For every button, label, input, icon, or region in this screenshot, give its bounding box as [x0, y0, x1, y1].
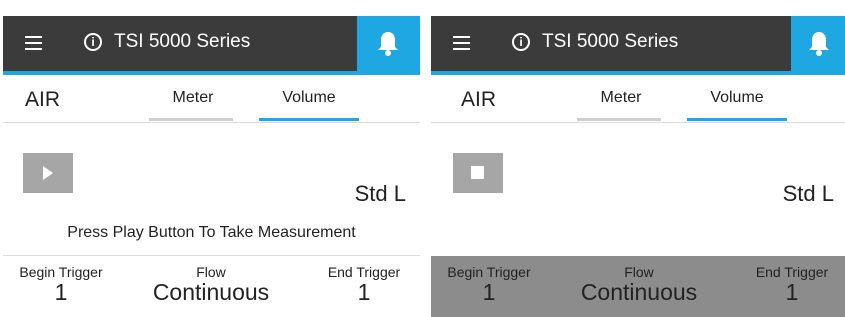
header-divider [3, 122, 420, 123]
flow-mode[interactable]: Flow Continuous [146, 264, 276, 304]
menu-icon[interactable] [453, 36, 470, 50]
stop-button[interactable] [453, 153, 503, 193]
end-trigger[interactable]: End Trigger 1 [311, 264, 417, 304]
app-title: TSI 5000 Series [542, 31, 679, 52]
tab-meter[interactable]: Meter [153, 89, 233, 107]
app-bar: i TSI 5000 Series [431, 16, 845, 71]
stop-icon [471, 166, 484, 179]
flow-label: Flow [624, 264, 654, 280]
screen-panel-idle: i TSI 5000 Series AIR Meter Volume Std L… [3, 16, 420, 317]
end-trigger-value: 1 [785, 279, 799, 305]
end-trigger-label: End Trigger [327, 264, 401, 280]
mode-label: AIR [461, 88, 497, 111]
tab-volume[interactable]: Volume [687, 89, 787, 107]
panel-divider [422, 16, 430, 317]
notifications-button[interactable] [357, 16, 420, 71]
app-bar: i TSI 5000 Series [3, 16, 420, 71]
end-trigger[interactable]: End Trigger 1 [739, 264, 845, 304]
bell-icon [378, 32, 398, 56]
begin-trigger-label: Begin Trigger [447, 264, 531, 280]
info-icon[interactable]: i [84, 33, 102, 51]
play-icon [43, 166, 53, 180]
begin-trigger-value: 1 [482, 279, 496, 305]
begin-trigger-label: Begin Trigger [19, 264, 103, 280]
end-trigger-label: End Trigger [755, 264, 829, 280]
tab-volume[interactable]: Volume [259, 89, 359, 107]
flow-value: Continuous [152, 279, 270, 305]
appbar-accent-line [431, 71, 845, 75]
unit-label: Std L [782, 181, 834, 206]
flow-value: Continuous [580, 279, 698, 305]
tab-meter-underline [149, 118, 233, 121]
notifications-button[interactable] [791, 16, 845, 71]
tab-meter-underline [577, 118, 661, 121]
mode-label: AIR [25, 88, 61, 111]
begin-trigger[interactable]: Begin Trigger 1 [439, 264, 539, 304]
flow-label: Flow [196, 264, 226, 280]
bell-icon [809, 32, 829, 56]
instruction-text: Press Play Button To Take Measurement [67, 224, 356, 241]
tab-volume-underline [687, 118, 787, 121]
trigger-settings-bar[interactable]: Begin Trigger 1 Flow Continuous End Trig… [431, 256, 845, 317]
header-divider [431, 122, 845, 123]
begin-trigger[interactable]: Begin Trigger 1 [11, 264, 111, 304]
play-button[interactable] [23, 153, 73, 193]
end-trigger-value: 1 [357, 279, 371, 305]
info-icon[interactable]: i [512, 33, 530, 51]
tab-meter[interactable]: Meter [581, 89, 661, 107]
unit-label: Std L [354, 181, 406, 206]
trigger-settings-bar[interactable]: Begin Trigger 1 Flow Continuous End Trig… [3, 255, 420, 317]
tab-volume-underline [259, 118, 359, 121]
begin-trigger-value: 1 [54, 279, 68, 305]
screen-panel-measuring: i TSI 5000 Series AIR Meter Volume Std L… [431, 16, 845, 317]
appbar-accent-line [3, 71, 420, 75]
app-title: TSI 5000 Series [114, 31, 251, 52]
flow-mode[interactable]: Flow Continuous [574, 264, 704, 304]
menu-icon[interactable] [25, 36, 42, 50]
